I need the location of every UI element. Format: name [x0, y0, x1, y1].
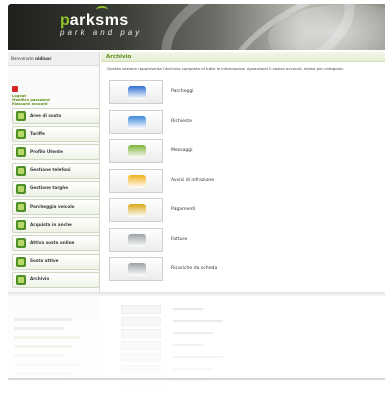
- signal-waves-icon: [96, 6, 108, 14]
- header-banner: parksms park and pay: [8, 4, 385, 50]
- reflection-text: [173, 380, 203, 382]
- archive-row-label[interactable]: Messaggi: [171, 148, 193, 153]
- sidebar-item-label: Sosta attive: [30, 258, 59, 264]
- sidebar-item-gestione-targhe[interactable]: Gestione targhe: [12, 180, 100, 197]
- archive-row-thumbnail[interactable]: [109, 257, 163, 281]
- sidebar-item-label: Profilo Utente: [30, 149, 63, 155]
- reflection-line: [14, 318, 72, 321]
- welcome-username: nidiusr: [35, 56, 52, 61]
- archive-row-fatture[interactable]: Fatture: [107, 227, 377, 254]
- archive-row-thumbnail[interactable]: [109, 198, 163, 222]
- sidebar: Benvenuto nidiusr Logout Modifica passwo…: [8, 52, 100, 292]
- cart-icon: [16, 220, 26, 231]
- sidebar-item-profilo-utente[interactable]: Profilo Utente: [12, 144, 100, 161]
- reflection-line: [14, 336, 80, 339]
- archive-row-parcheggi[interactable]: Parcheggi: [107, 80, 377, 106]
- reflection-box: [121, 365, 161, 374]
- sidebar-item-gestione-telefoni[interactable]: Gestione telefoni: [12, 162, 100, 179]
- archive-row-label[interactable]: Parcheggi: [171, 89, 194, 94]
- account-links: Logout Modifica password Riassumi accoun…: [8, 66, 99, 106]
- archive-folder-icon: [16, 274, 26, 285]
- activate-parking-icon: [16, 238, 26, 249]
- reflection-line: [14, 345, 72, 348]
- sidebar-item-label: Parcheggia veicolo: [30, 203, 75, 209]
- reflection-text: [173, 308, 203, 310]
- archive-row-messaggi[interactable]: Messaggi: [107, 139, 377, 165]
- sidebar-item-attiva-sosta-online[interactable]: Attiva sosta online: [12, 235, 100, 252]
- sidebar-item-tariffe[interactable]: Tariffe: [12, 126, 100, 143]
- sidebar-item-sosta-attive[interactable]: Sosta attive: [12, 253, 100, 270]
- reflection-line: [14, 372, 72, 375]
- parksms-logo[interactable]: parksms park and pay: [60, 6, 143, 37]
- welcome-prefix: Benvenuto: [11, 56, 36, 61]
- sidebar-item-label: Acquista in anche: [30, 221, 72, 227]
- reflection-text: [173, 332, 213, 334]
- archive-row-richieste[interactable]: Richieste: [107, 109, 377, 136]
- mobile-phone-icon: [128, 115, 146, 129]
- sidebar-item-archivio[interactable]: Archivio: [12, 271, 100, 288]
- reflection-line: [14, 327, 64, 330]
- archive-row-label[interactable]: Avvisi di infrazione: [171, 178, 214, 183]
- car-plate-icon: [16, 183, 26, 194]
- user-profile-icon: [16, 147, 26, 158]
- logout-icon[interactable]: [12, 86, 18, 92]
- archive-row-ricariche-da-scheda[interactable]: Ricariche da scheda: [107, 257, 377, 283]
- reflection-box: [121, 305, 161, 314]
- reflection-box: [121, 329, 161, 338]
- archive-row-thumbnail[interactable]: [109, 168, 163, 193]
- reflection-text: [173, 344, 203, 346]
- archive-row-thumbnail[interactable]: [109, 109, 163, 134]
- reflection-text: [173, 320, 223, 322]
- sidebar-item-label: Gestione targhe: [30, 185, 69, 191]
- main-content: Archivio Questa sezione rappresenta l'ar…: [101, 52, 385, 292]
- page: { "header": { "logo_p": "p", "logo_rest"…: [0, 0, 385, 395]
- page-title: Archivio: [101, 52, 385, 62]
- welcome-text: Benvenuto nidiusr: [8, 52, 99, 66]
- logo-wordmark: arksms: [69, 12, 129, 29]
- sidebar-item-label: Archivio: [30, 276, 50, 282]
- car-icon: [128, 86, 146, 99]
- archive-row-avvisi-di-infrazione[interactable]: Avvisi di infrazione: [107, 168, 377, 195]
- archive-row-pagamenti[interactable]: Pagamenti: [107, 198, 377, 224]
- coins-icon: [128, 204, 146, 217]
- archive-row-thumbnail[interactable]: [109, 80, 163, 104]
- archive-row-label[interactable]: Pagamenti: [171, 207, 195, 212]
- archive-row-thumbnail[interactable]: [109, 139, 163, 163]
- reflection-line: [14, 354, 64, 357]
- reflection-line: [14, 363, 80, 366]
- reflection-box: [121, 353, 161, 362]
- logo-tagline: park and pay: [60, 28, 143, 37]
- section-description: Questa sezione rappresenta l'archivio co…: [107, 66, 344, 71]
- reflection-box: [121, 341, 161, 350]
- sidebar-item-label: Gestione telefoni: [30, 167, 71, 173]
- message-icon: [128, 145, 146, 158]
- phone-icon: [16, 165, 26, 176]
- reflection-box: [121, 317, 161, 326]
- sidebar-item-acquista-in-anche[interactable]: Acquista in anche: [12, 217, 100, 234]
- reflection-line: [14, 381, 64, 384]
- sidebar-menu: Aree di sosta Tariffe Profilo Utente Gestio…: [12, 108, 100, 290]
- park-vehicle-icon: [16, 201, 26, 212]
- parking-area-icon: [16, 111, 26, 121]
- page-divider: [8, 292, 385, 296]
- sidebar-item-aree-di-sosta[interactable]: Aree di sosta: [12, 108, 100, 124]
- archive-row-label[interactable]: Richieste: [171, 119, 192, 124]
- recharge-card-icon: [128, 263, 146, 276]
- shield-warning-icon: [128, 174, 146, 188]
- sidebar-item-label: Tariffe: [30, 130, 45, 136]
- sidebar-item-label: Aree di sosta: [30, 112, 62, 118]
- archive-row-thumbnail[interactable]: [109, 227, 163, 252]
- tariff-icon: [16, 129, 26, 140]
- reflection-text: [173, 368, 213, 370]
- account-summary-link[interactable]: Riassumi account: [12, 102, 47, 106]
- logo-letter-p: p: [60, 12, 70, 29]
- reflection-text: [173, 356, 223, 358]
- invoice-icon: [128, 233, 146, 247]
- sidebar-item-parcheggia-veicolo[interactable]: Parcheggia veicolo: [12, 198, 100, 215]
- sidebar-item-label: Attiva sosta online: [30, 240, 75, 246]
- page-bottom-divider: [8, 378, 385, 380]
- archive-row-label[interactable]: Fatture: [171, 237, 187, 242]
- archive-row-label[interactable]: Ricariche da scheda: [171, 266, 217, 271]
- active-parking-icon: [16, 256, 26, 267]
